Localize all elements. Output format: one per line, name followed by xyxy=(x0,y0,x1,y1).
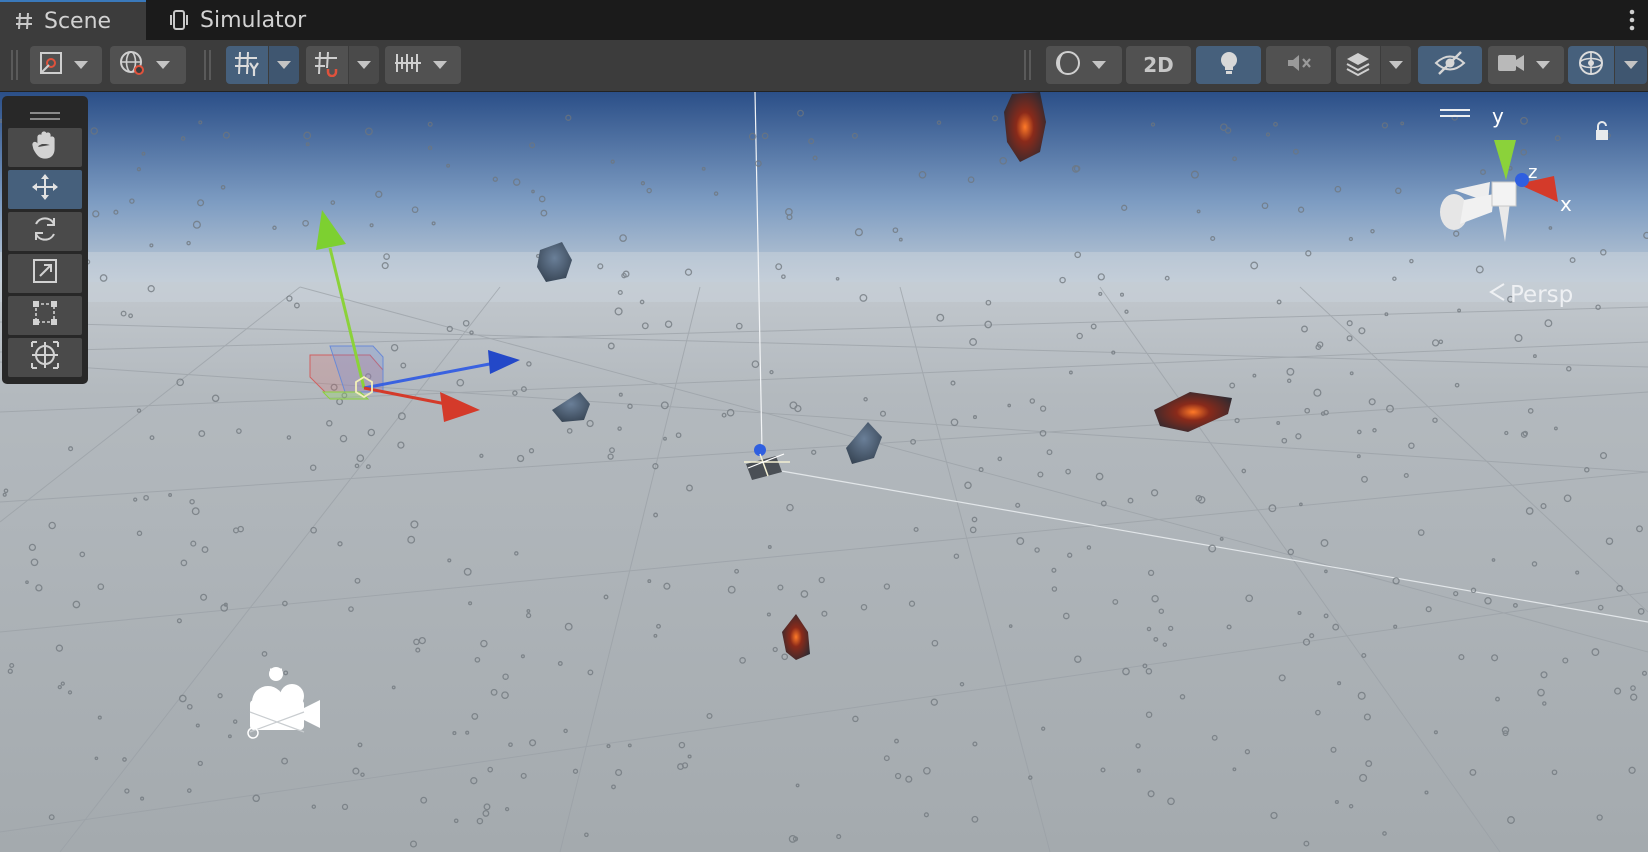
global-local-toggle[interactable] xyxy=(110,46,186,84)
scene-viewport[interactable] xyxy=(0,92,1648,852)
grid-snap-magnet-icon xyxy=(313,49,341,82)
gizmos-toggle[interactable] xyxy=(1568,46,1614,84)
chevron-down-icon xyxy=(1624,61,1638,69)
chevron-down-icon xyxy=(74,61,88,69)
effects-dropdown[interactable] xyxy=(1381,46,1411,84)
move-arrows-tool-icon xyxy=(30,172,60,207)
tab-scene[interactable]: Scene xyxy=(0,0,146,40)
grid-snapping-dropdown[interactable] xyxy=(349,46,379,84)
ruler-increment-icon xyxy=(393,50,423,81)
gizmos-sphere-icon xyxy=(1576,48,1606,83)
lighting-toggle[interactable] xyxy=(1196,46,1261,84)
lightbulb-icon xyxy=(1217,49,1241,82)
hand-view-tool-icon xyxy=(31,130,59,165)
rect-tool-button[interactable] xyxy=(8,296,82,335)
scene-render xyxy=(0,92,1648,852)
axis-y-label: y xyxy=(1492,104,1504,128)
increment-snap-button[interactable] xyxy=(385,46,461,84)
rect-transform-tool-icon xyxy=(31,299,59,332)
draw-mode-button[interactable] xyxy=(30,46,102,84)
tab-label: Scene xyxy=(44,8,112,34)
audio-toggle[interactable] xyxy=(1266,46,1331,84)
axis-z-label: z xyxy=(1528,162,1538,183)
chevron-down-icon xyxy=(357,61,371,69)
move-tool-button[interactable] xyxy=(8,170,82,209)
shading-sphere-icon xyxy=(1054,49,1082,82)
lock-icon xyxy=(1596,121,1608,140)
tools-overlay-panel xyxy=(2,96,88,384)
panel-drag-handle-icon[interactable] xyxy=(30,107,60,120)
toolbar-grip xyxy=(209,50,211,80)
transform-tool-button[interactable] xyxy=(8,338,82,377)
tab-simulator[interactable]: Simulator xyxy=(168,0,306,40)
grid-hash-icon xyxy=(14,11,34,31)
more-options-icon[interactable] xyxy=(1628,8,1636,32)
scale-tool-button[interactable] xyxy=(8,254,82,293)
toolbar-grip xyxy=(11,50,13,80)
chevron-down-icon xyxy=(1389,61,1403,69)
grid-snapping-toggle[interactable] xyxy=(306,46,348,84)
effects-layers-icon xyxy=(1344,49,1372,82)
grid-visibility-toggle[interactable] xyxy=(226,46,268,84)
chevron-down-icon xyxy=(277,61,291,69)
effects-toggle[interactable] xyxy=(1336,46,1380,84)
toggle-2d-label: 2D xyxy=(1143,53,1174,77)
axis-x-label: x xyxy=(1560,192,1572,216)
toolbar-grip xyxy=(1029,50,1031,80)
orientation-gizmo[interactable]: y z x xyxy=(1430,100,1640,260)
shading-mode-button[interactable] xyxy=(1046,46,1122,84)
toggle-2d-button[interactable]: 2D xyxy=(1126,46,1191,84)
projection-toggle[interactable]: Persp xyxy=(1488,281,1573,309)
chevron-down-icon xyxy=(1536,61,1550,69)
gizmos-dropdown[interactable] xyxy=(1615,46,1647,84)
tab-label: Simulator xyxy=(200,7,307,33)
chevron-down-icon xyxy=(156,61,170,69)
grid-y-icon xyxy=(233,49,261,82)
toolbar-grip xyxy=(204,50,206,80)
scale-tool-icon xyxy=(31,257,59,290)
toolbar-grip xyxy=(1024,50,1026,80)
shaded-draw-mode-icon xyxy=(38,50,64,81)
chevron-left-icon xyxy=(1488,281,1506,309)
scene-camera-icon xyxy=(1496,52,1526,79)
globe-pivot-icon xyxy=(118,49,146,82)
window-tab-bar: Scene Simulator xyxy=(0,0,1648,41)
scene-visibility-eye-icon xyxy=(1434,50,1466,81)
projection-label: Persp xyxy=(1510,282,1574,308)
toolbar-grip xyxy=(16,50,18,80)
speaker-muted-icon xyxy=(1285,51,1313,80)
rotate-tool-button[interactable] xyxy=(8,212,82,251)
chevron-down-icon xyxy=(433,61,447,69)
rotate-tool-icon xyxy=(30,214,60,249)
grid-visibility-dropdown[interactable] xyxy=(269,46,299,84)
scene-camera-button[interactable] xyxy=(1488,46,1564,84)
transform-tool-icon xyxy=(30,340,60,375)
device-simulator-icon xyxy=(168,9,190,31)
view-tool-button[interactable] xyxy=(8,128,82,167)
chevron-down-icon xyxy=(1092,61,1106,69)
scene-toolbar: 2D xyxy=(0,40,1648,92)
scene-visibility-toggle[interactable] xyxy=(1418,46,1482,84)
